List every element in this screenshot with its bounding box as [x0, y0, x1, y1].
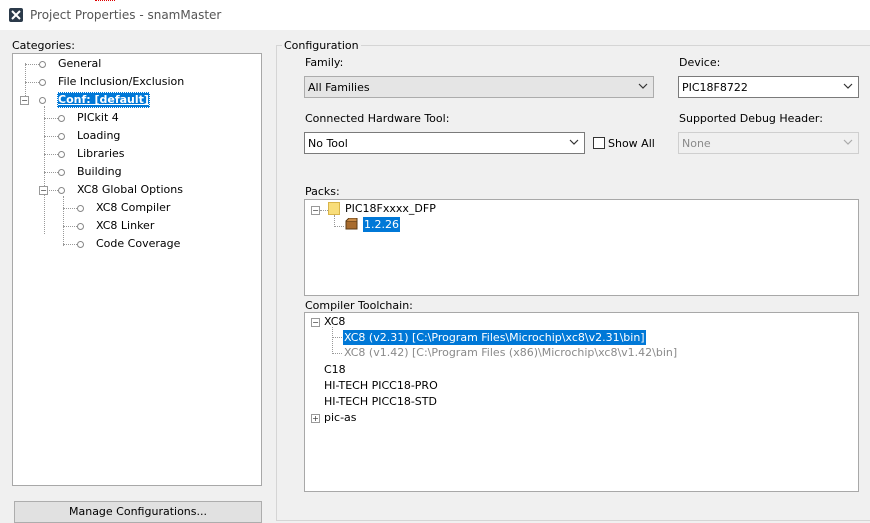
category-xc8-compiler[interactable]: XC8 Compiler: [13, 200, 261, 216]
node-dot-icon: [77, 205, 84, 212]
category-label: Loading: [77, 129, 121, 142]
packs-label: Packs:: [305, 185, 340, 198]
category-xc8-global-options[interactable]: − XC8 Global Options: [13, 182, 261, 198]
toolchain-xc8-v142[interactable]: XC8 (v1.42) [C:\Program Files (x86)\Micr…: [344, 346, 677, 359]
chevron-down-icon: [569, 137, 579, 147]
device-label: Device:: [679, 56, 721, 69]
category-conf-default[interactable]: − Conf: [default]: [13, 92, 261, 108]
hardware-tool-label: Connected Hardware Tool:: [305, 112, 450, 125]
toolchain-label: Compiler Toolchain:: [305, 299, 413, 312]
toolchain-tree[interactable]: − XC8 XC8 (v2.31) [C:\Program Files\Micr…: [304, 312, 859, 492]
category-label: XC8 Linker: [96, 219, 155, 232]
node-dot-icon: [58, 151, 65, 158]
folder-icon: [328, 202, 340, 215]
pack-root-label[interactable]: PIC18Fxxxx_DFP: [345, 202, 436, 215]
dotted-marker: [95, 0, 115, 3]
show-all-label[interactable]: Show All: [608, 137, 655, 150]
node-dot-icon: [58, 169, 65, 176]
node-dot-icon: [39, 97, 46, 104]
category-label: Libraries: [77, 147, 125, 160]
expand-icon[interactable]: +: [311, 414, 320, 423]
configuration-group-label: Configuration: [282, 39, 361, 52]
chevron-down-icon: [843, 81, 853, 91]
node-dot-icon: [39, 79, 46, 86]
node-dot-icon: [39, 61, 46, 68]
node-dot-icon: [58, 187, 65, 194]
toolchain-pic-as[interactable]: pic-as: [324, 411, 357, 424]
toolchain-hitech-pro[interactable]: HI-TECH PICC18-PRO: [324, 379, 438, 392]
show-all-checkbox[interactable]: [593, 137, 605, 149]
category-label: Code Coverage: [96, 237, 181, 250]
family-select[interactable]: All Families: [304, 76, 654, 98]
packs-tree[interactable]: − PIC18Fxxxx_DFP 1.2.26: [304, 199, 859, 296]
collapse-icon[interactable]: −: [311, 318, 320, 327]
pack-version[interactable]: 1.2.26: [363, 217, 400, 232]
app-icon: [9, 8, 23, 22]
node-dot-icon: [58, 115, 65, 122]
collapse-icon[interactable]: −: [20, 96, 29, 105]
categories-label: Categories:: [12, 39, 75, 52]
chevron-down-icon: [843, 137, 853, 147]
toolchain-hitech-std[interactable]: HI-TECH PICC18-STD: [324, 395, 437, 408]
category-code-coverage[interactable]: Code Coverage: [13, 236, 261, 252]
device-value: PIC18F8722: [682, 81, 748, 94]
family-label: Family:: [305, 56, 344, 69]
categories-tree[interactable]: General File Inclusion/Exclusion − Conf:…: [12, 53, 262, 486]
category-label: File Inclusion/Exclusion: [58, 75, 185, 88]
category-label: General: [58, 57, 102, 70]
toolchain-xc8-v231[interactable]: XC8 (v2.31) [C:\Program Files\Microchip\…: [343, 330, 646, 345]
category-label: Building: [77, 165, 122, 178]
node-dot-icon: [77, 223, 84, 230]
family-value: All Families: [308, 81, 370, 94]
category-pickit4[interactable]: PICkit 4: [13, 110, 261, 126]
category-file-inclusion[interactable]: File Inclusion/Exclusion: [13, 74, 261, 90]
category-building[interactable]: Building: [13, 164, 261, 180]
category-label-selected: Conf: [default]: [57, 92, 150, 108]
chevron-down-icon: [638, 81, 648, 91]
collapse-icon[interactable]: −: [39, 186, 48, 195]
category-label: XC8 Global Options: [77, 183, 183, 196]
hardware-tool-select[interactable]: No Tool: [304, 132, 585, 154]
category-libraries[interactable]: Libraries: [13, 146, 261, 162]
node-dot-icon: [77, 241, 84, 248]
toolchain-c18[interactable]: C18: [324, 363, 346, 376]
category-general[interactable]: General: [13, 56, 261, 72]
collapse-icon[interactable]: −: [311, 206, 320, 215]
debug-header-label: Supported Debug Header:: [679, 112, 823, 125]
category-label: XC8 Compiler: [96, 201, 171, 214]
toolchain-xc8[interactable]: XC8: [324, 315, 345, 328]
debug-header-select: None: [678, 132, 859, 154]
hardware-tool-value: No Tool: [308, 137, 348, 150]
category-loading[interactable]: Loading: [13, 128, 261, 144]
manage-configurations-button[interactable]: Manage Configurations...: [14, 501, 262, 523]
window-title: Project Properties - snamMaster: [30, 8, 222, 22]
category-xc8-linker[interactable]: XC8 Linker: [13, 218, 261, 234]
package-icon: [345, 217, 358, 230]
category-label: PICkit 4: [77, 111, 119, 124]
debug-header-value: None: [682, 137, 711, 150]
device-select[interactable]: PIC18F8722: [678, 76, 859, 98]
node-dot-icon: [58, 133, 65, 140]
